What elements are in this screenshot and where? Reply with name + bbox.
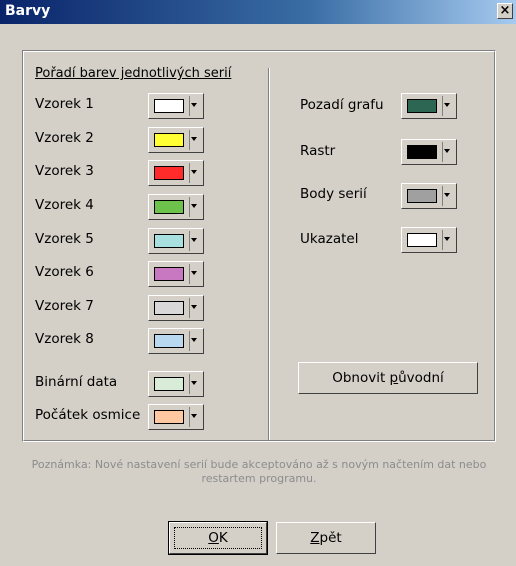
swatch-pocatek-osmice (154, 410, 184, 424)
picker-binarni-data[interactable] (148, 371, 204, 397)
picker-pocatek-osmice[interactable] (148, 404, 204, 430)
dropdown-arrow-icon (191, 271, 197, 275)
back-button[interactable]: Zpět (276, 522, 376, 554)
ok-button[interactable]: OK (168, 521, 268, 555)
dropdown-arrow-icon (191, 170, 197, 174)
dropdown-arrow-icon (444, 193, 450, 197)
swatch-vzorek-5 (154, 234, 184, 248)
dropdown-arrow-icon (191, 103, 197, 107)
dropdown-arrow-icon (191, 305, 197, 309)
picker-vzorek-8[interactable] (148, 328, 204, 354)
label-vzorek-6: Vzorek 6 (35, 264, 94, 280)
restore-defaults-button[interactable]: Obnovit původní (298, 362, 478, 394)
picker-vzorek-5[interactable] (148, 228, 204, 254)
window-title: Barvy (5, 3, 51, 19)
title-bar: Barvy × (0, 0, 516, 24)
dropdown-arrow-icon (444, 103, 450, 107)
swatch-vzorek-7 (154, 301, 184, 315)
picker-vzorek-4[interactable] (148, 194, 204, 220)
note-text: Poznámka: Nové nastavení serií bude akce… (31, 458, 487, 485)
picker-vzorek-1[interactable] (148, 93, 204, 119)
label-vzorek-2: Vzorek 2 (35, 130, 94, 146)
dropdown-arrow-icon (191, 381, 197, 385)
dropdown-arrow-icon (444, 149, 450, 153)
label-ukazatel: Ukazatel (300, 231, 359, 247)
swatch-vzorek-4 (154, 200, 184, 214)
label-vzorek-3: Vzorek 3 (35, 163, 94, 179)
label-pozadi-grafu: Pozadí grafu (300, 97, 384, 113)
label-vzorek-4: Vzorek 4 (35, 197, 94, 213)
picker-rastr[interactable] (401, 139, 457, 165)
swatch-body-serii (407, 189, 437, 203)
picker-vzorek-3[interactable] (148, 160, 204, 186)
dropdown-arrow-icon (191, 414, 197, 418)
label-body-serii: Body serií (300, 186, 367, 202)
label-vzorek-1: Vzorek 1 (35, 96, 94, 112)
dropdown-arrow-icon (191, 238, 197, 242)
picker-body-serii[interactable] (401, 183, 457, 209)
dropdown-arrow-icon (444, 237, 450, 241)
picker-vzorek-6[interactable] (148, 261, 204, 287)
label-rastr: Rastr (300, 143, 336, 159)
label-binarni-data: Binární data (35, 374, 118, 390)
swatch-pozadi-grafu (407, 99, 437, 113)
swatch-vzorek-3 (154, 166, 184, 180)
section-title: Pořadí barev jednotlivých serií (35, 66, 232, 81)
swatch-rastr (407, 145, 437, 159)
swatch-binarni-data (154, 377, 184, 391)
swatch-vzorek-1 (154, 99, 184, 113)
close-icon: × (499, 3, 511, 18)
vertical-divider (268, 68, 270, 440)
label-vzorek-5: Vzorek 5 (35, 231, 94, 247)
swatch-ukazatel (407, 233, 437, 247)
label-vzorek-8: Vzorek 8 (35, 331, 94, 347)
label-vzorek-7: Vzorek 7 (35, 298, 94, 314)
dropdown-arrow-icon (191, 137, 197, 141)
swatch-vzorek-6 (154, 267, 184, 281)
close-button[interactable]: × (497, 3, 513, 19)
picker-vzorek-7[interactable] (148, 295, 204, 321)
dropdown-arrow-icon (191, 204, 197, 208)
dropdown-arrow-icon (191, 338, 197, 342)
swatch-vzorek-8 (154, 334, 184, 348)
swatch-vzorek-2 (154, 133, 184, 147)
picker-ukazatel[interactable] (401, 227, 457, 253)
picker-pozadi-grafu[interactable] (401, 93, 457, 119)
picker-vzorek-2[interactable] (148, 127, 204, 153)
label-pocatek-osmice: Počátek osmice (35, 407, 141, 423)
